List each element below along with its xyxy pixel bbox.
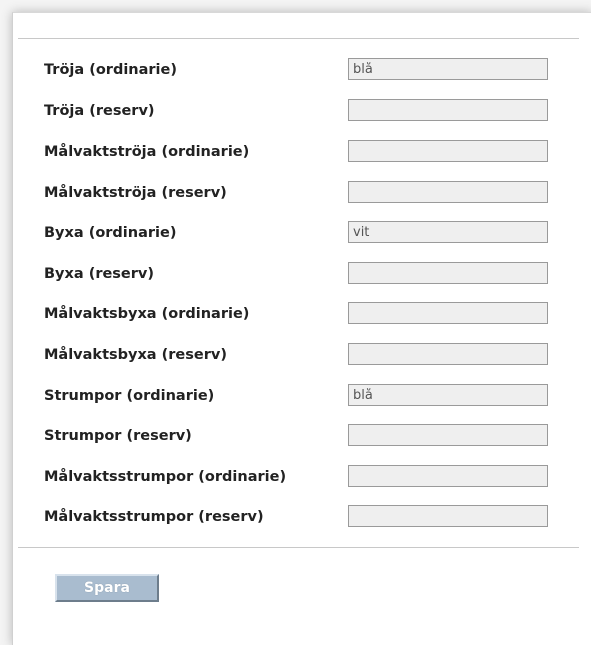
field-label: Byxa (reserv)	[44, 266, 154, 282]
field-label: Målvaktsbyxa (reserv)	[44, 347, 227, 363]
form-row-malvaktstroja-ordinarie: Målvaktströja (ordinarie)	[44, 140, 564, 168]
field-label: Tröja (reserv)	[44, 103, 155, 119]
field-label: Tröja (ordinarie)	[44, 62, 177, 78]
form-row-malvaktsbyxa-ordinarie: Målvaktsbyxa (ordinarie)	[44, 302, 564, 330]
strumpor-ordinarie-input[interactable]	[348, 384, 548, 406]
form-row-malvaktsstrumpor-reserv: Målvaktsstrumpor (reserv)	[44, 505, 564, 533]
troja-ordinarie-input[interactable]	[348, 58, 548, 80]
field-label: Strumpor (ordinarie)	[44, 388, 215, 404]
field-label: Strumpor (reserv)	[44, 428, 192, 444]
strumpor-reserv-input[interactable]	[348, 424, 548, 446]
top-divider	[18, 38, 579, 39]
form-row-troja-ordinarie: Tröja (ordinarie)	[44, 58, 564, 86]
field-label: Målvaktsbyxa (ordinarie)	[44, 306, 250, 322]
malvaktsstrumpor-ordinarie-input[interactable]	[348, 465, 548, 487]
form-row-byxa-ordinarie: Byxa (ordinarie)	[44, 221, 564, 249]
form-row-strumpor-reserv: Strumpor (reserv)	[44, 424, 564, 452]
bottom-divider	[18, 547, 579, 548]
field-label: Målvaktsstrumpor (reserv)	[44, 509, 264, 525]
malvaktstroja-ordinarie-input[interactable]	[348, 140, 548, 162]
form-row-strumpor-ordinarie: Strumpor (ordinarie)	[44, 384, 564, 412]
malvaktsstrumpor-reserv-input[interactable]	[348, 505, 548, 527]
save-button[interactable]: Spara	[55, 574, 159, 602]
byxa-reserv-input[interactable]	[348, 262, 548, 284]
field-label: Byxa (ordinarie)	[44, 225, 177, 241]
form-row-malvaktstroja-reserv: Målvaktströja (reserv)	[44, 181, 564, 209]
byxa-ordinarie-input[interactable]	[348, 221, 548, 243]
malvaktstroja-reserv-input[interactable]	[348, 181, 548, 203]
troja-reserv-input[interactable]	[348, 99, 548, 121]
field-label: Målvaktströja (reserv)	[44, 185, 227, 201]
form-row-malvaktsstrumpor-ordinarie: Målvaktsstrumpor (ordinarie)	[44, 465, 564, 493]
malvaktsbyxa-ordinarie-input[interactable]	[348, 302, 548, 324]
form-row-troja-reserv: Tröja (reserv)	[44, 99, 564, 127]
form-row-byxa-reserv: Byxa (reserv)	[44, 262, 564, 290]
field-label: Målvaktsstrumpor (ordinarie)	[44, 469, 287, 485]
form-row-malvaktsbyxa-reserv: Målvaktsbyxa (reserv)	[44, 343, 564, 371]
field-label: Målvaktströja (ordinarie)	[44, 144, 250, 160]
malvaktsbyxa-reserv-input[interactable]	[348, 343, 548, 365]
